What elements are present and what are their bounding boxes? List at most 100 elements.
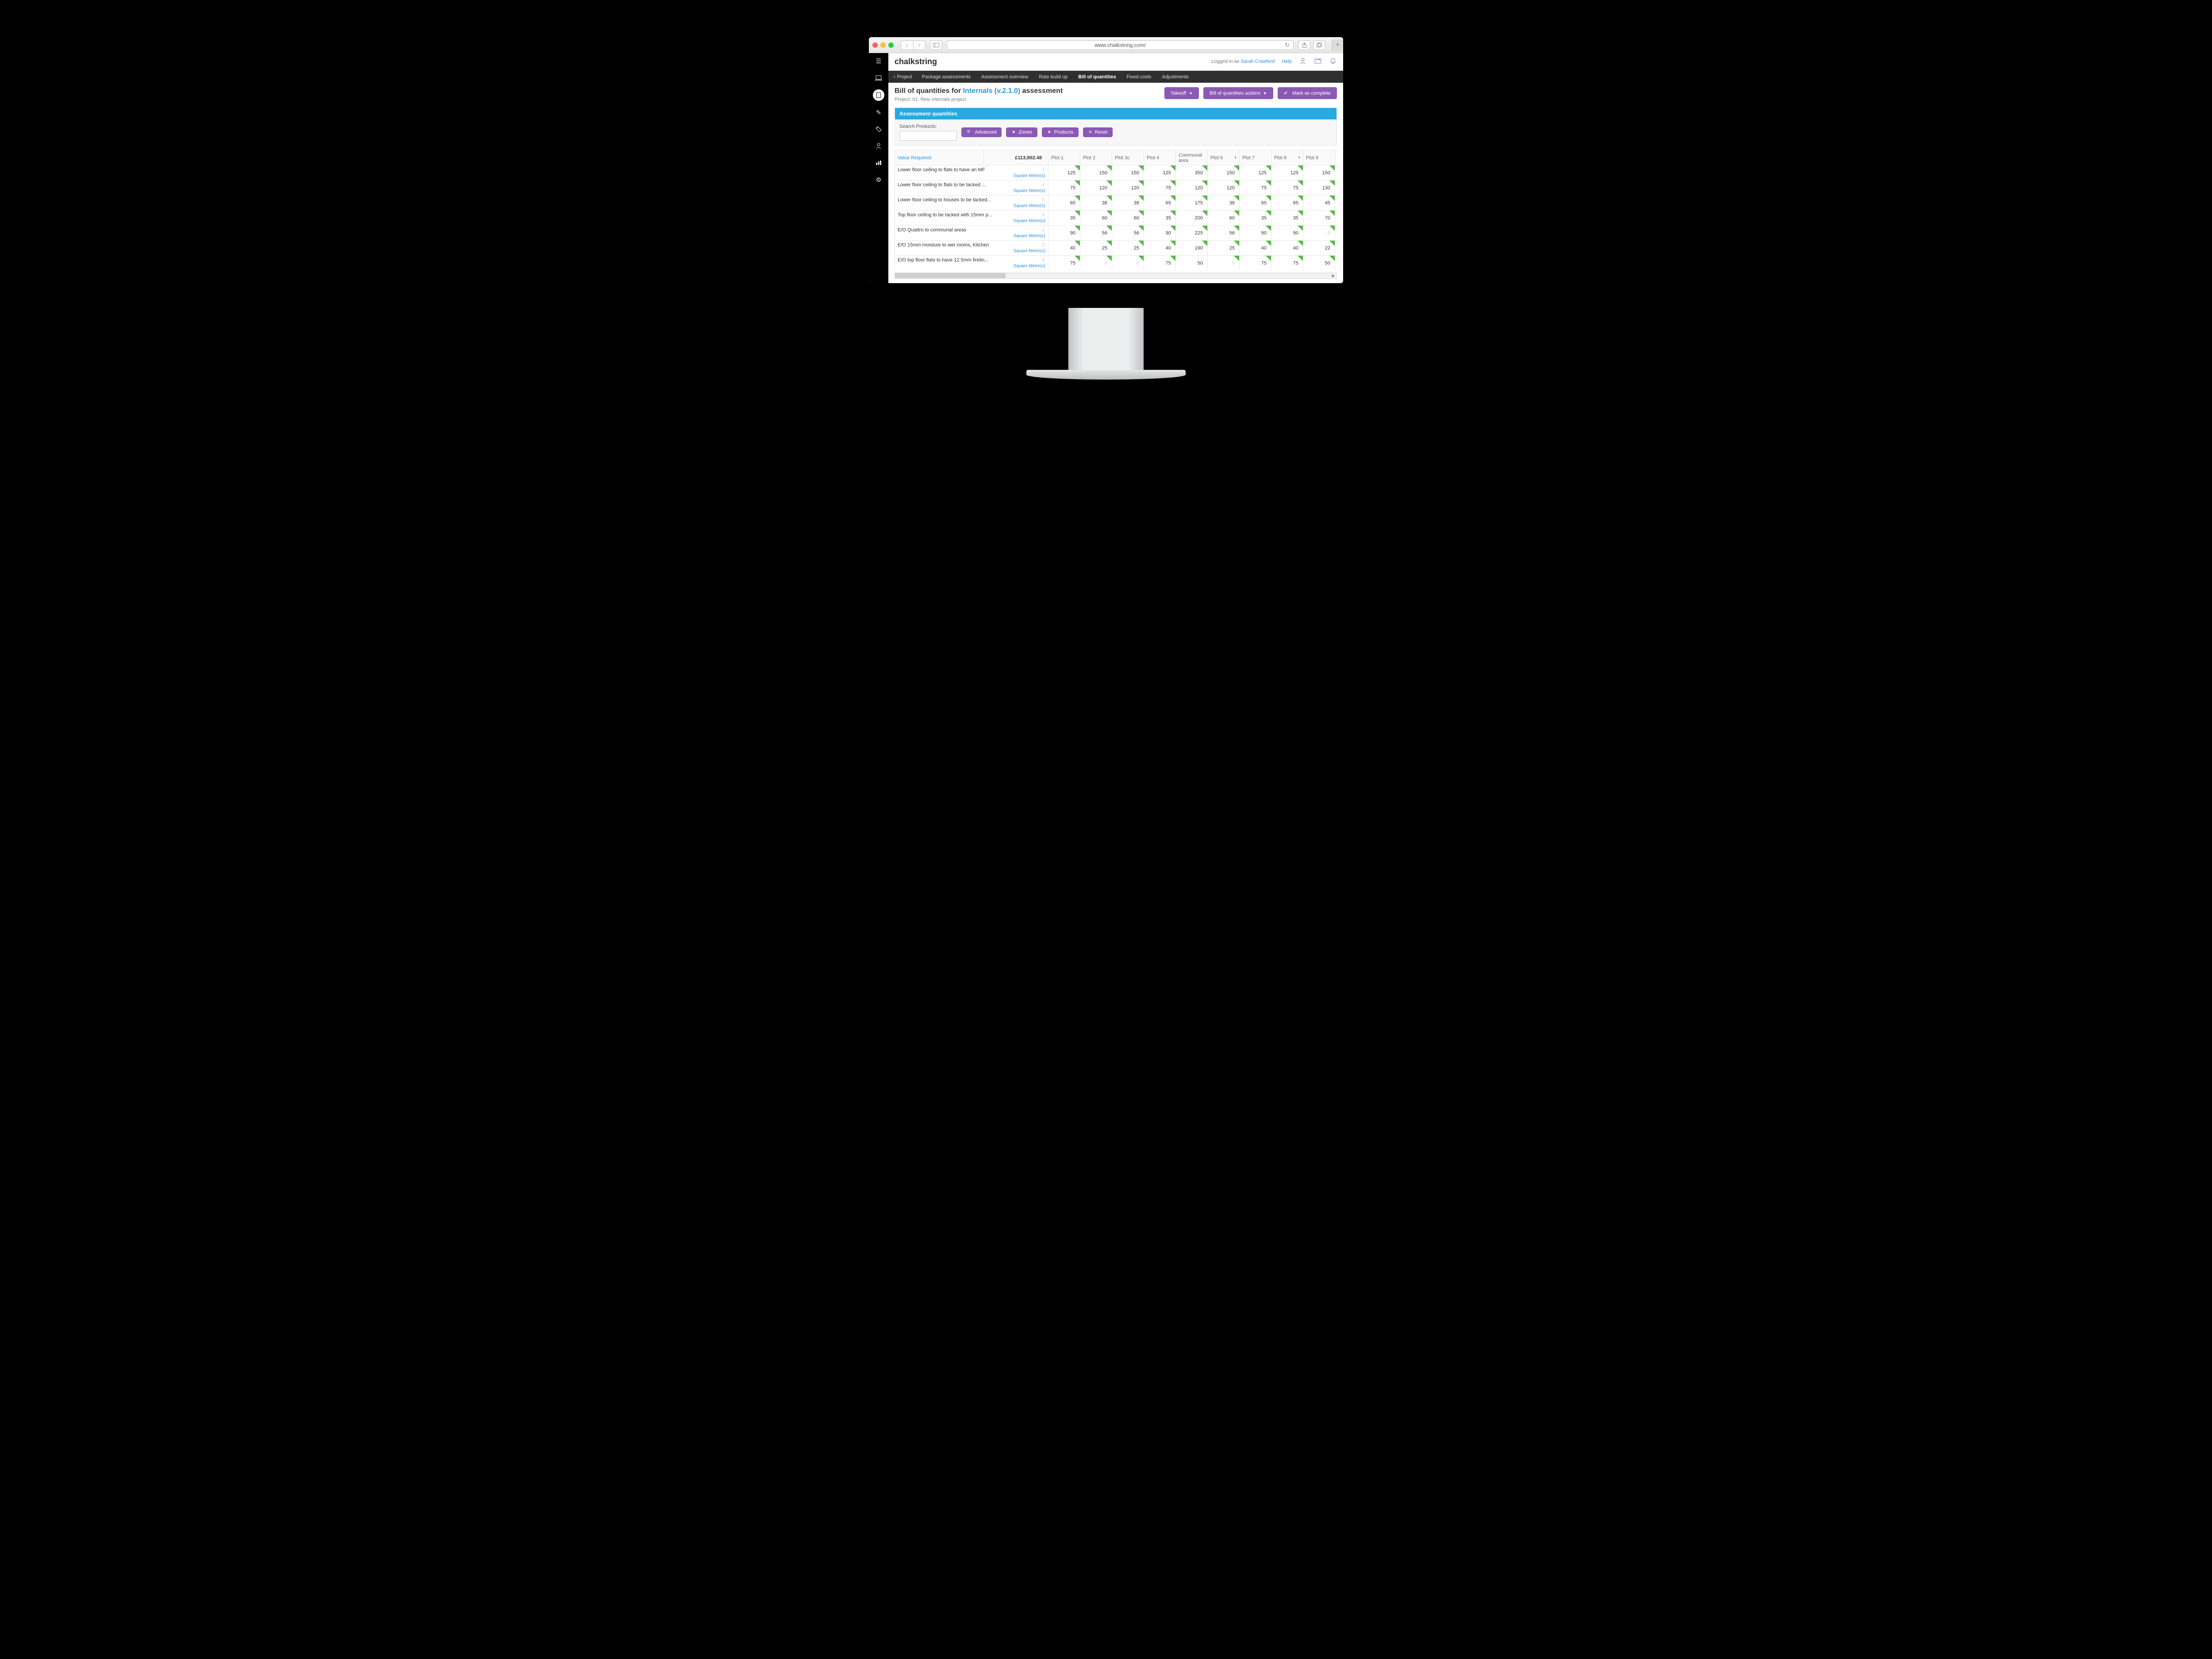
sidebar-toggle-button[interactable] bbox=[930, 40, 942, 50]
qty-cell[interactable]: 75 bbox=[1048, 180, 1080, 196]
qty-cell[interactable]: 125 bbox=[1240, 165, 1271, 180]
col-plot-8[interactable]: Plot 8▾ bbox=[1271, 150, 1303, 165]
user-icon[interactable] bbox=[873, 141, 884, 151]
qty-cell[interactable]: 90 bbox=[1240, 226, 1271, 241]
qty-cell[interactable]: 150 bbox=[1335, 165, 1337, 180]
qty-cell[interactable]: 75 bbox=[1240, 256, 1271, 270]
qty-cell[interactable]: 0 bbox=[1303, 226, 1335, 241]
qty-cell[interactable]: 38 bbox=[1335, 196, 1337, 211]
tab-bill-of-quantities[interactable]: Bill of quantities bbox=[1073, 71, 1121, 83]
info-icon[interactable]: i bbox=[1041, 227, 1045, 233]
qty-cell[interactable]: 25 bbox=[1335, 241, 1337, 256]
new-tab-button[interactable]: + bbox=[1332, 39, 1343, 51]
chart-icon[interactable] bbox=[873, 157, 884, 168]
minimize-window-icon[interactable] bbox=[880, 42, 886, 48]
scroll-right-icon[interactable]: ▶ bbox=[1330, 273, 1336, 278]
qty-cell[interactable]: 75 bbox=[1144, 256, 1176, 270]
qty-cell[interactable]: 175 bbox=[1176, 196, 1208, 211]
forward-button[interactable]: › bbox=[913, 40, 926, 50]
scrollbar-thumb[interactable] bbox=[895, 273, 1006, 278]
reset-button[interactable]: ✕Reset bbox=[1083, 127, 1113, 137]
qty-cell[interactable]: 225 bbox=[1176, 226, 1208, 241]
qty-cell[interactable]: 50 bbox=[1176, 256, 1208, 270]
person-icon[interactable] bbox=[1299, 58, 1307, 65]
zones-filter-button[interactable]: ▼Zones bbox=[1006, 127, 1037, 137]
qty-cell[interactable]: 90 bbox=[1144, 226, 1176, 241]
tab-fixed-costs[interactable]: Fixed costs bbox=[1121, 71, 1157, 83]
qty-cell[interactable]: 150 bbox=[1208, 165, 1240, 180]
qty-cell[interactable]: 75 bbox=[1271, 180, 1303, 196]
col-plot-3c[interactable]: Plot 3c bbox=[1112, 150, 1144, 165]
col-plot-6[interactable]: Plot 6▾ bbox=[1208, 150, 1240, 165]
qty-cell[interactable]: 150 bbox=[1112, 165, 1144, 180]
products-filter-button[interactable]: ▼Products bbox=[1042, 127, 1079, 137]
qty-cell[interactable]: 150 bbox=[1080, 165, 1112, 180]
col-communal-area[interactable]: Communal area bbox=[1176, 150, 1208, 165]
qty-cell[interactable]: 130 bbox=[1303, 180, 1335, 196]
grid-scroll[interactable]: Value Required: £113,802.48 Plot 1Plot 2… bbox=[895, 150, 1337, 270]
qty-cell[interactable]: 38 bbox=[1208, 196, 1240, 211]
qty-cell[interactable]: 0 bbox=[1080, 256, 1112, 270]
qty-cell[interactable]: 90 bbox=[1271, 226, 1303, 241]
qty-cell[interactable]: 38 bbox=[1112, 196, 1144, 211]
qty-cell[interactable]: 60 bbox=[1208, 211, 1240, 226]
assessment-link[interactable]: Internals (v.2.1.0) bbox=[963, 87, 1021, 95]
qty-cell[interactable]: 190 bbox=[1176, 241, 1208, 256]
qty-cell[interactable]: 22 bbox=[1303, 241, 1335, 256]
info-icon[interactable]: i bbox=[1041, 212, 1045, 218]
takeoff-button[interactable]: Takeoff▼ bbox=[1164, 87, 1199, 99]
qty-cell[interactable]: 50 bbox=[1303, 256, 1335, 270]
qty-cell[interactable]: 40 bbox=[1240, 241, 1271, 256]
qty-cell[interactable]: 40 bbox=[1144, 241, 1176, 256]
gear-icon[interactable]: ⚙ bbox=[873, 174, 884, 185]
qty-cell[interactable]: 120 bbox=[1080, 180, 1112, 196]
help-link[interactable]: Help bbox=[1282, 59, 1292, 64]
qty-cell[interactable]: 56 bbox=[1112, 226, 1144, 241]
qty-cell[interactable]: 38 bbox=[1080, 196, 1112, 211]
qty-cell[interactable]: 45 bbox=[1303, 196, 1335, 211]
qty-cell[interactable]: 40 bbox=[1271, 241, 1303, 256]
qty-cell[interactable]: 25 bbox=[1112, 241, 1144, 256]
qty-cell[interactable]: 25 bbox=[1208, 241, 1240, 256]
qty-cell[interactable]: 60 bbox=[1080, 211, 1112, 226]
qty-cell[interactable]: 56 bbox=[1208, 226, 1240, 241]
qty-cell[interactable]: 0 bbox=[1335, 256, 1337, 270]
qty-cell[interactable]: 40 bbox=[1048, 241, 1080, 256]
user-link[interactable]: Sarah Crawford bbox=[1240, 59, 1275, 64]
pencil-icon[interactable]: ✎ bbox=[873, 107, 884, 118]
col-plot-1[interactable]: Plot 1 bbox=[1048, 150, 1080, 165]
qty-cell[interactable]: 70 bbox=[1303, 211, 1335, 226]
qty-cell[interactable]: 125 bbox=[1271, 165, 1303, 180]
qty-cell[interactable]: 120 bbox=[1335, 180, 1337, 196]
tag-icon[interactable] bbox=[873, 124, 884, 134]
info-icon[interactable]: i bbox=[1041, 182, 1045, 188]
qty-cell[interactable]: 56 bbox=[1080, 226, 1112, 241]
info-icon[interactable]: i bbox=[1041, 197, 1045, 203]
maximize-window-icon[interactable] bbox=[888, 42, 894, 48]
qty-cell[interactable]: 35 bbox=[1271, 211, 1303, 226]
col-plot-4[interactable]: Plot 4 bbox=[1144, 150, 1176, 165]
reload-icon[interactable]: ↻ bbox=[1285, 42, 1290, 49]
search-input[interactable] bbox=[899, 131, 957, 141]
qty-cell[interactable]: 65 bbox=[1271, 196, 1303, 211]
qty-cell[interactable]: 120 bbox=[1112, 180, 1144, 196]
qty-cell[interactable]: 125 bbox=[1048, 165, 1080, 180]
qty-cell[interactable]: 0 bbox=[1208, 256, 1240, 270]
menu-icon[interactable]: ☰ bbox=[873, 56, 884, 66]
bell-icon[interactable] bbox=[1329, 58, 1337, 65]
qty-cell[interactable]: 35 bbox=[1240, 211, 1271, 226]
qty-cell[interactable]: 75 bbox=[1048, 256, 1080, 270]
back-button[interactable]: ‹ bbox=[901, 40, 913, 50]
qty-cell[interactable]: 56 bbox=[1335, 226, 1337, 241]
col-plot-10[interactable]: Plot 10 bbox=[1335, 150, 1337, 165]
info-icon[interactable]: i bbox=[1041, 257, 1045, 263]
tab-assessment-overview[interactable]: Assessment overview bbox=[976, 71, 1033, 83]
qty-cell[interactable]: 200 bbox=[1176, 211, 1208, 226]
col-plot-7[interactable]: Plot 7 bbox=[1240, 150, 1271, 165]
info-icon[interactable]: i bbox=[1041, 242, 1045, 248]
mark-complete-button[interactable]: Mark as complete bbox=[1278, 87, 1337, 99]
qty-cell[interactable]: 25 bbox=[1080, 241, 1112, 256]
info-icon[interactable]: i bbox=[1041, 167, 1045, 173]
nav-back-project[interactable]: ‹ Project bbox=[888, 74, 917, 80]
qty-cell[interactable]: 60 bbox=[1335, 211, 1337, 226]
